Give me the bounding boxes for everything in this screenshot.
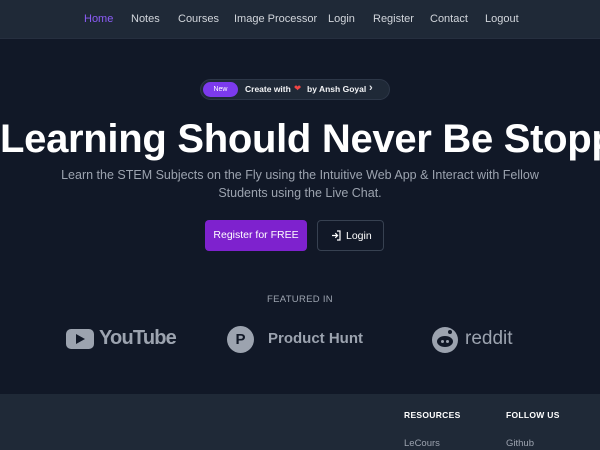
register-free-button[interactable]: Register for FREE [205, 220, 307, 251]
youtube-logo-text: YouTube [99, 327, 177, 349]
heart-icon: ❤ [294, 83, 302, 93]
login-button[interactable]: Login [317, 220, 384, 251]
product-hunt-logo: P Product Hunt [227, 324, 367, 356]
product-hunt-logo-text: Product Hunt [268, 330, 363, 347]
reddit-logo: reddit [432, 324, 522, 356]
nav-link-notes[interactable]: Notes [131, 13, 160, 25]
reddit-alien-icon [432, 327, 458, 353]
footer: RESOURCES FOLLOW US LeCours Github [0, 394, 600, 450]
login-arrow-icon [332, 230, 341, 241]
youtube-logo: YouTube [66, 324, 177, 356]
top-navbar: Home Notes Courses Image Processor Login… [0, 0, 600, 39]
featured-in-heading: FEATURED IN [267, 294, 333, 305]
nav-link-contact[interactable]: Contact [430, 13, 468, 25]
footer-follow-heading: FOLLOW US [506, 410, 560, 420]
youtube-play-icon [66, 329, 94, 349]
footer-link-github[interactable]: Github [506, 438, 534, 449]
announcement-text-before: Create with [245, 84, 291, 94]
announcement-text-after: by Ansh Goyal [307, 84, 367, 94]
nav-link-register[interactable]: Register [373, 13, 414, 25]
nav-link-image-processor[interactable]: Image Processor [234, 13, 317, 25]
reddit-logo-text: reddit [465, 328, 513, 349]
nav-link-courses[interactable]: Courses [178, 13, 219, 25]
new-badge: New [203, 82, 238, 97]
nav-link-home[interactable]: Home [84, 13, 113, 25]
footer-link-lecours[interactable]: LeCours [404, 438, 440, 449]
footer-resources-heading: RESOURCES [404, 410, 461, 420]
nav-link-logout[interactable]: Logout [485, 13, 519, 25]
nav-link-login[interactable]: Login [328, 13, 355, 25]
announcement-pill[interactable]: New Create with ❤ by Ansh Goyal › [200, 79, 390, 100]
product-hunt-p-icon: P [227, 326, 254, 353]
hero-subtitle: Learn the STEM Subjects on the Fly using… [61, 168, 539, 200]
login-button-label: Login [346, 230, 372, 242]
chevron-right-icon: › [369, 82, 373, 94]
